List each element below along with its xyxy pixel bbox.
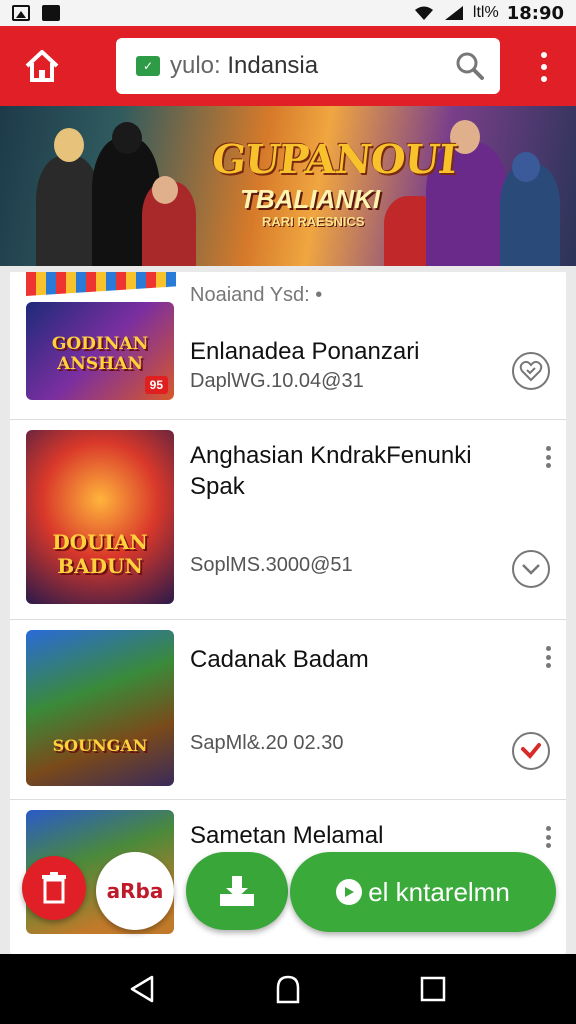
list-item[interactable]: SOUNGAN Cadanak Badam SapMl&.20 02.30 xyxy=(10,620,566,800)
overflow-menu-button[interactable] xyxy=(540,52,548,82)
dot-icon xyxy=(546,843,551,848)
back-icon xyxy=(130,975,153,1003)
app-toolbar: ✓ yulo: Indansia xyxy=(0,26,576,106)
edit-icon xyxy=(42,5,60,21)
search-icon xyxy=(456,52,484,80)
dot-icon xyxy=(541,52,547,58)
favorite-button[interactable] xyxy=(512,352,550,390)
item-title: Enlanadea Ponanzari xyxy=(190,338,420,365)
status-right: ltl% 18:90 xyxy=(413,3,564,24)
dot-icon xyxy=(546,454,551,460)
recents-button[interactable] xyxy=(413,969,453,1009)
search-query[interactable]: yulo: Indansia xyxy=(170,52,454,80)
dot-icon xyxy=(546,826,551,831)
item-menu-button[interactable] xyxy=(546,826,552,848)
banner-title: GUPANOUI xyxy=(209,136,459,183)
primary-action-label: el kntarelmn xyxy=(368,876,510,907)
system-nav-bar xyxy=(0,954,576,1024)
brand-fab-label: aRba xyxy=(106,879,164,903)
game-thumbnail: SOUNGAN xyxy=(26,630,174,786)
game-thumbnail: GODINAN ANSHAN 95 xyxy=(26,302,174,400)
item-subtitle: SapMl&.20 02.30 xyxy=(190,732,344,754)
hero-figure xyxy=(36,156,100,266)
search-prefix: yulo: xyxy=(170,52,228,79)
dot-icon xyxy=(546,654,551,660)
item-menu-button[interactable] xyxy=(546,646,552,668)
wifi-icon xyxy=(414,6,433,20)
back-button[interactable] xyxy=(123,969,163,1009)
promo-banner[interactable]: GUPANOUI TBALIANKI RARI RAESNICS xyxy=(0,106,576,266)
signal-icon xyxy=(444,6,463,20)
chevron-down-icon xyxy=(522,564,540,575)
status-left xyxy=(12,5,60,21)
dot-icon xyxy=(546,834,551,840)
item-menu-button[interactable] xyxy=(546,446,552,468)
home-circle-icon xyxy=(276,975,300,1004)
site-logo-icon: ✓ xyxy=(136,56,160,76)
item-subtitle: DaplWG.10.04@31 xyxy=(190,370,364,392)
dot-icon xyxy=(541,76,547,82)
brand-fab-button[interactable]: aRba xyxy=(96,852,174,930)
thumbnail-title: GODINAN ANSHAN xyxy=(51,334,149,374)
item-title: Anghasian KndrakFenunki Spak xyxy=(190,442,472,500)
home-icon xyxy=(25,50,59,82)
status-button[interactable] xyxy=(512,550,550,588)
clock: 18:90 xyxy=(506,2,564,24)
game-thumbnail: DOUIAN BADUN xyxy=(26,430,174,604)
status-bar: ltl% 18:90 xyxy=(0,0,576,26)
banner-tagline: RARI RAESNICS xyxy=(262,214,365,229)
gallery-icon xyxy=(12,5,30,21)
play-icon xyxy=(336,879,363,905)
download-fab-button[interactable] xyxy=(186,852,288,930)
home-button[interactable] xyxy=(20,46,64,86)
dot-icon xyxy=(546,663,551,668)
home-nav-button[interactable] xyxy=(268,969,308,1009)
search-term: Indansia xyxy=(227,52,319,79)
heart-check-icon xyxy=(519,360,543,382)
dot-icon xyxy=(546,446,551,451)
primary-action-button[interactable]: el kntarelmn xyxy=(290,852,556,932)
thumbnail-title: SOUNGAN xyxy=(52,736,148,755)
banner-subtitle: TBALIANKI xyxy=(240,184,381,214)
hero-head xyxy=(112,122,142,154)
recents-icon xyxy=(421,976,446,1002)
search-button[interactable] xyxy=(454,50,486,82)
item-title: Cadanak Badam xyxy=(190,646,369,673)
list-item[interactable]: DOUIAN BADUN Anghasian KndrakFenunki Spa… xyxy=(10,420,566,620)
list-item[interactable]: GODINAN ANSHAN 95 Enlanadea Ponanzari Da… xyxy=(10,272,566,420)
dot-icon xyxy=(541,64,547,70)
search-input[interactable]: ✓ yulo: Indansia xyxy=(116,38,500,94)
thumbnail-badge: 95 xyxy=(144,376,168,394)
item-subtitle: SoplMS.3000@51 xyxy=(190,554,353,576)
dot-icon xyxy=(546,463,551,468)
thumbnail-title: DOUIAN BADUN xyxy=(52,530,148,578)
status-button[interactable] xyxy=(512,732,550,770)
hero-head xyxy=(512,152,540,182)
checkmark-icon xyxy=(521,743,541,759)
delete-fab-button[interactable] xyxy=(22,856,86,920)
hero-head xyxy=(54,128,84,162)
battery-text: ltl% xyxy=(472,4,499,21)
item-title: Sametan Melamal xyxy=(190,822,384,849)
trash-icon xyxy=(42,872,66,904)
hero-head xyxy=(152,176,178,204)
download-icon xyxy=(220,876,254,906)
dot-icon xyxy=(546,646,551,651)
